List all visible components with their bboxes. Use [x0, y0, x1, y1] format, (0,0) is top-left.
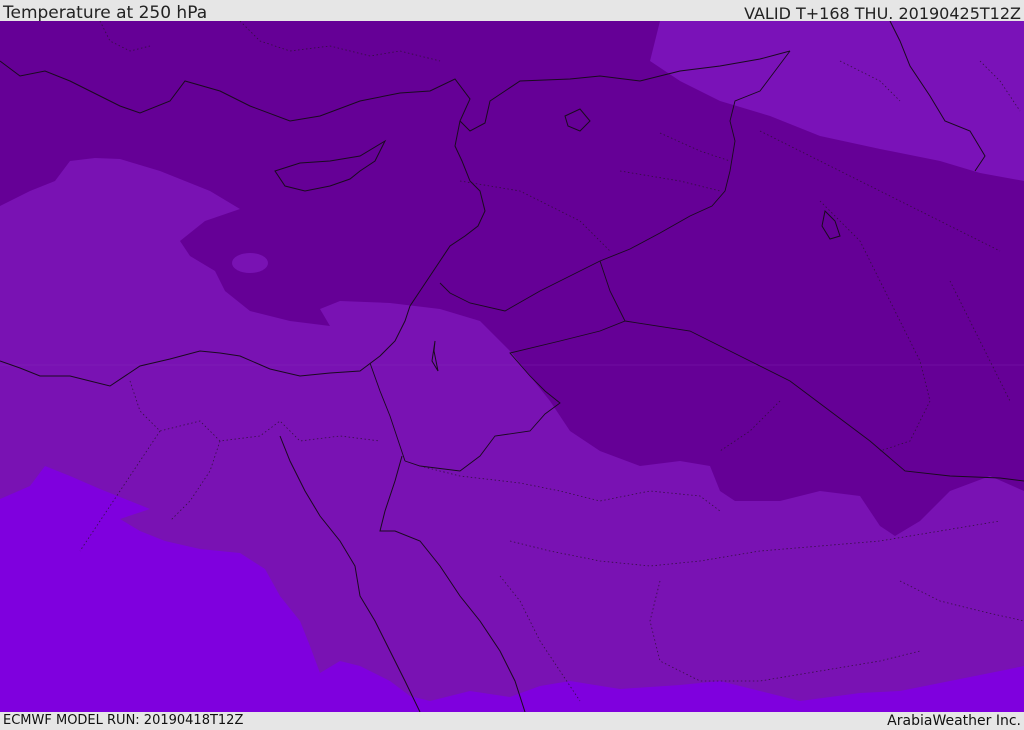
model-run-label: ECMWF MODEL RUN: 20190418T12Z — [3, 713, 244, 728]
map-canvas — [0, 21, 1024, 712]
credit-label: ArabiaWeather Inc. — [887, 713, 1021, 729]
header-bar: Temperature at 250 hPa VALID T+168 THU. … — [0, 0, 1024, 23]
temperature-map[interactable] — [0, 21, 1024, 712]
map-title: Temperature at 250 hPa — [3, 3, 208, 23]
mid-band-island — [232, 253, 268, 273]
footer-bar: ECMWF MODEL RUN: 20190418T12Z ArabiaWeat… — [0, 712, 1024, 729]
